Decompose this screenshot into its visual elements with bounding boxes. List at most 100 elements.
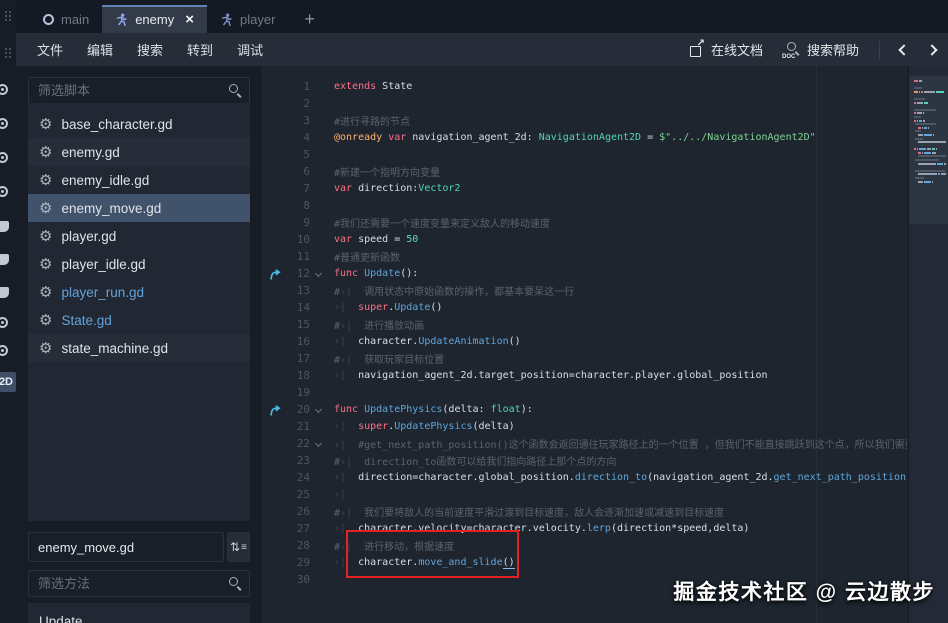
script-file-item[interactable]: ⚙ state_machine.gd [28, 334, 250, 362]
code-line[interactable]: 20 func UpdatePhysics(delta: float): [262, 401, 907, 418]
fold-arrow-icon[interactable] [310, 269, 326, 278]
code-line[interactable]: 9 #我们还需要一个速度变量来定义敌人的移动速度 [262, 214, 907, 231]
search-icon [228, 83, 242, 97]
bucket-icon[interactable] [0, 221, 9, 232]
script-file-item[interactable]: ⚙ State.gd [28, 306, 250, 334]
node-circle-icon[interactable] [0, 118, 8, 129]
search-doc-icon: DOC [782, 41, 800, 60]
line-number: 25 [296, 488, 310, 501]
node-circle-icon[interactable] [0, 345, 8, 356]
line-number: 26 [296, 505, 310, 518]
dock-drag-handle[interactable] [5, 46, 7, 60]
bucket-icon[interactable] [0, 254, 9, 265]
minimap-row [914, 87, 946, 90]
minimap-row [914, 166, 946, 168]
code-line[interactable]: 8 [262, 197, 907, 214]
script-file-item[interactable]: ⚙ enemy_idle.gd [28, 166, 250, 194]
method-item[interactable]: Update [28, 608, 250, 623]
tab-enemy[interactable]: enemy × [102, 5, 207, 33]
script-file-item[interactable]: ⚙ player.gd [28, 222, 250, 250]
menu-search[interactable]: 搜索 [137, 40, 163, 59]
minimap-row [914, 126, 946, 129]
code-line[interactable]: 18 ›| navigation_agent_2d.target_position… [262, 367, 907, 384]
code-line[interactable]: 3 #进行寻路的节点 [262, 112, 907, 129]
current-script-row: ⇅≡ [28, 532, 250, 562]
line-number: 19 [296, 386, 310, 399]
node-circle-icon[interactable] [0, 152, 8, 163]
minimap-row [914, 184, 946, 186]
script-file-name: base_character.gd [61, 116, 173, 132]
tab-main[interactable]: main [30, 5, 102, 33]
code-line[interactable]: 19 [262, 384, 907, 401]
line-number: 6 [303, 165, 310, 178]
code-line[interactable]: 21 ›| super.UpdatePhysics(delta) [262, 418, 907, 435]
online-docs-button[interactable]: 在线文档 [689, 38, 763, 59]
line-content: ›| [334, 489, 347, 500]
minimap-row [914, 84, 946, 86]
fold-arrow-icon[interactable] [310, 405, 326, 414]
filter-methods-input[interactable] [28, 570, 250, 597]
line-content: #›| 进行播放动画 [334, 321, 425, 332]
node-circle-icon[interactable] [0, 186, 8, 197]
badge-2d[interactable]: 2D [0, 372, 16, 392]
current-script-field[interactable] [28, 532, 224, 562]
filter-scripts-input[interactable] [28, 77, 250, 104]
scene-tabbar: main enemy × player + [16, 0, 948, 33]
line-number: 27 [296, 522, 310, 535]
script-file-item[interactable]: ⚙ base_character.gd [28, 110, 250, 138]
new-tab-button[interactable]: + [304, 5, 315, 33]
code-line[interactable]: 6 #新建一个指明方向变量 [262, 163, 907, 180]
node-circle-icon[interactable] [0, 84, 8, 95]
scene-2d-circle-icon [43, 13, 54, 25]
tab-player[interactable]: player [207, 5, 288, 33]
menu-edit[interactable]: 编辑 [87, 40, 113, 59]
code-line[interactable]: 26 #›| 我们要将敌人的当前速度平滑过渡到目标速度，敌人会逐渐加速或减速到目标… [262, 503, 907, 520]
code-line[interactable]: 11 #普通更新函数 [262, 248, 907, 265]
script-file-name: State.gd [61, 312, 112, 328]
code-line[interactable]: 13 #›| 调用状态中原始函数的操作，都基本要呆这一行 [262, 282, 907, 299]
filter-methods-box [28, 570, 250, 597]
code-line[interactable]: 22 ›| #get_next_path_position()这个函数会返回通往玩… [262, 435, 907, 452]
search-help-button[interactable]: DOC 搜索帮助 [782, 40, 859, 60]
code-line[interactable]: 17 #›| 获取玩家目标位置 [262, 350, 907, 367]
code-line[interactable]: 4 @onready var navigation_agent_2d: Navig… [262, 129, 907, 146]
menu-file[interactable]: 文件 [37, 40, 63, 59]
code-line[interactable]: 7 var direction:Vector2 [262, 180, 907, 197]
close-icon[interactable]: × [185, 12, 194, 27]
menu-debug[interactable]: 调试 [237, 40, 263, 59]
script-file-item[interactable]: ⚙ player_run.gd [28, 278, 250, 306]
script-file-item[interactable]: ⚙ enemy_move.gd [28, 194, 250, 222]
sort-methods-button[interactable]: ⇅ ≡ [227, 532, 250, 562]
line-number: 14 [296, 301, 310, 314]
code-line[interactable]: 12 func Update(): [262, 265, 907, 282]
line-content: #›| 获取玩家目标位置 [334, 355, 445, 366]
history-back-icon[interactable] [898, 43, 910, 56]
code-minimap[interactable] [908, 66, 948, 623]
code-line[interactable]: 23 #›| direction_to函数可以给我们指向路径上那个点的方向 [262, 452, 907, 469]
fold-arrow-icon[interactable] [310, 439, 326, 448]
gdscript-icon: ⚙ [39, 143, 53, 161]
code-line[interactable]: 14 ›| super.Update() [262, 299, 907, 316]
code-line[interactable]: 2 [262, 95, 907, 112]
menu-goto[interactable]: 转到 [187, 40, 213, 59]
line-number: 30 [296, 573, 310, 586]
minimap-row [914, 115, 946, 118]
code-line[interactable]: 10 var speed = 50 [262, 231, 907, 248]
line-number: 5 [303, 148, 310, 161]
code-line[interactable]: 15 #›| 进行播放动画 [262, 316, 907, 333]
history-forward-icon[interactable] [926, 43, 938, 56]
code-line[interactable]: 16 ›| character.UpdateAnimation() [262, 333, 907, 350]
code-line[interactable]: 24 ›| direction=character.global_position… [262, 469, 907, 486]
dock-drag-handle[interactable] [5, 9, 7, 23]
script-file-item[interactable]: ⚙ player_idle.gd [28, 250, 250, 278]
bucket-icon[interactable] [0, 287, 9, 298]
line-content: var direction:Vector2 [334, 183, 461, 194]
gdscript-icon: ⚙ [39, 283, 53, 301]
line-content: ›| navigation_agent_2d.target_position=c… [334, 370, 768, 381]
code-line[interactable]: 1 extends State [262, 78, 907, 95]
code-line[interactable]: 5 [262, 146, 907, 163]
code-line[interactable]: 25 ›| [262, 486, 907, 503]
script-file-item[interactable]: ⚙ enemy.gd [28, 138, 250, 166]
search-icon [228, 576, 242, 590]
node-circle-icon[interactable] [0, 317, 8, 328]
